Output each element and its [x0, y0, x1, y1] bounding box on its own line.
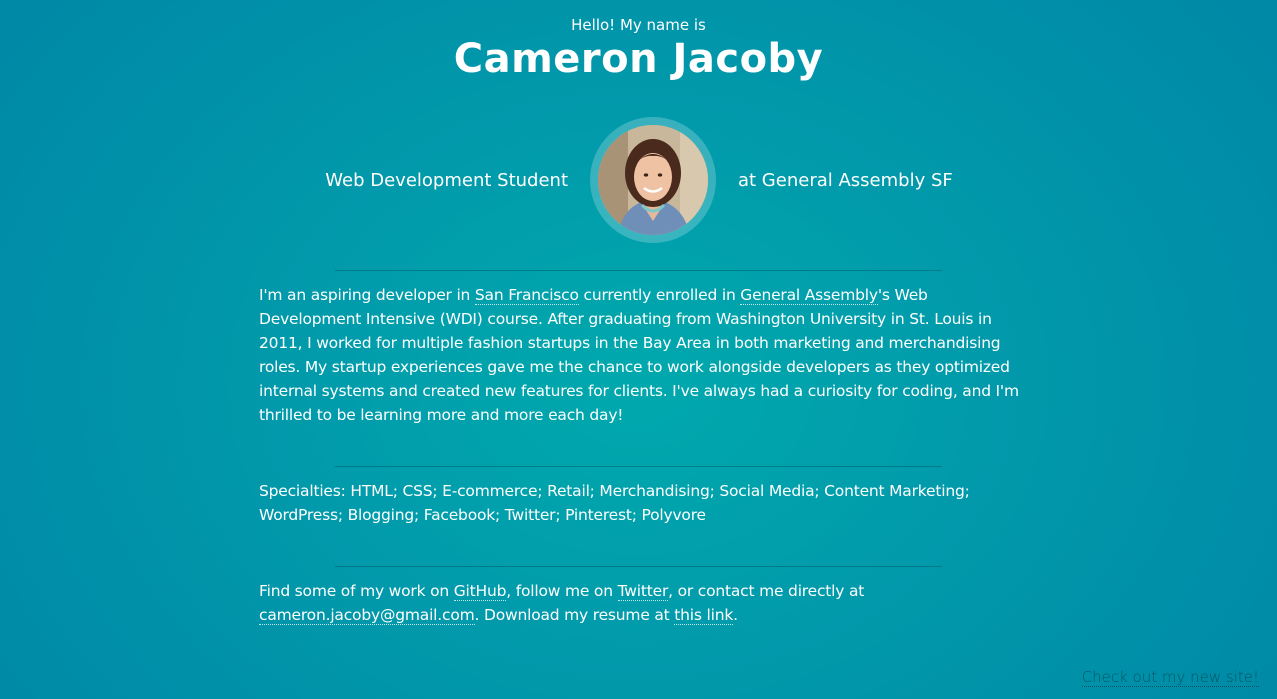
email-link[interactable]: cameron.jacoby@gmail.com — [259, 606, 475, 625]
san-francisco-link[interactable]: San Francisco — [474, 286, 579, 305]
divider — [335, 566, 942, 567]
bio-text: 's Web Development Intensive (WDI) cours… — [259, 286, 1019, 424]
profile-photo-icon — [598, 125, 708, 235]
contact-text: , or contact me directly at — [668, 582, 865, 600]
bio-text: I'm an aspiring developer in — [259, 286, 475, 304]
specialties-paragraph: Specialties: HTML; CSS; E-commerce; Reta… — [259, 482, 970, 524]
contact-text: . Download my resume at — [474, 606, 675, 624]
twitter-link[interactable]: Twitter — [617, 582, 668, 601]
contact-paragraph: Find some of my work on GitHub, follow m… — [259, 579, 1019, 627]
general-assembly-link[interactable]: General Assembly — [740, 286, 878, 305]
contact-text: , follow me on — [506, 582, 618, 600]
intro-text: Hello! My name is — [571, 16, 706, 34]
bio-text: currently enrolled in — [578, 286, 741, 304]
contact-text: Find some of my work on — [259, 582, 454, 600]
bio-paragraph: I'm an aspiring developer in San Francis… — [259, 283, 1019, 427]
new-site-link[interactable]: Check out my new site! — [1081, 668, 1259, 687]
divider — [335, 466, 942, 467]
divider — [335, 270, 942, 271]
contact-text: . — [733, 606, 738, 624]
resume-link[interactable]: this link — [674, 606, 733, 625]
tagline-school: at General Assembly SF — [738, 170, 953, 191]
avatar — [590, 117, 716, 243]
github-link[interactable]: GitHub — [453, 582, 506, 601]
tagline-role: Web Development Student — [325, 170, 568, 191]
page-title: Cameron Jacoby — [453, 36, 824, 82]
